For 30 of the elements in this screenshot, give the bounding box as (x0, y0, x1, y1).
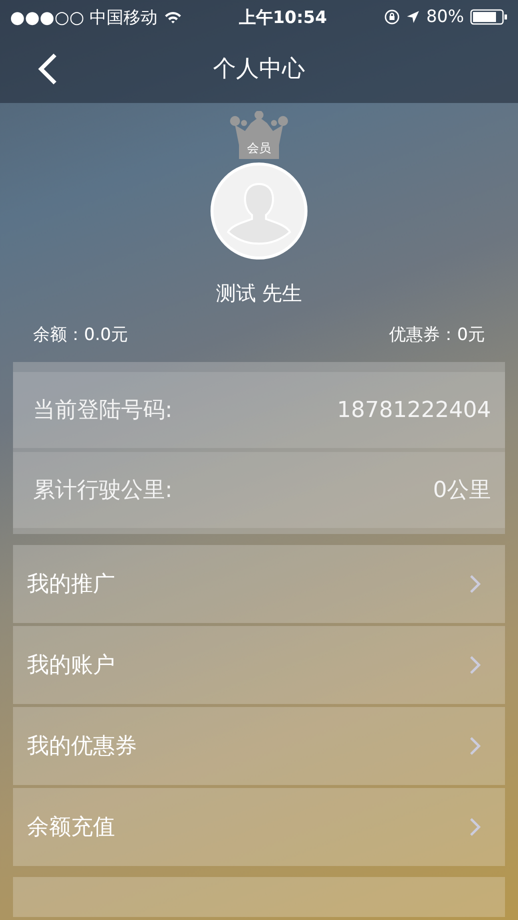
balance-text: 余额：0.0元 (33, 324, 128, 346)
back-icon[interactable] (38, 52, 58, 84)
menu-item[interactable]: 我的优惠券 (13, 707, 505, 785)
wifi-icon (164, 10, 182, 24)
member-crown-badge: 会员 (229, 111, 289, 161)
location-arrow-icon (406, 10, 420, 24)
info-value: 0公里 (433, 477, 491, 505)
battery-icon (470, 9, 508, 25)
menu-item[interactable]: 余额充值 (13, 788, 505, 866)
menu-label: 我的优惠券 (27, 733, 137, 761)
info-value: 18781222404 (337, 398, 491, 422)
chevron-right-icon (469, 817, 481, 837)
battery-percent: 80% (426, 7, 464, 27)
coupon-text: 优惠券：0元 (389, 324, 485, 346)
chevron-right-icon (469, 736, 481, 756)
chevron-right-icon (469, 574, 481, 594)
menu-item[interactable]: 我的推广 (13, 545, 505, 623)
info-label: 当前登陆号码: (33, 397, 172, 425)
menu-label: 我的推广 (27, 571, 115, 599)
info-label: 累计行驶公里: (33, 477, 172, 505)
clock-text: 上午10:54 (238, 6, 327, 28)
menu-label: 余额充值 (27, 814, 115, 842)
chevron-right-icon (469, 655, 481, 675)
rotation-lock-icon (384, 9, 400, 25)
avatar-icon[interactable] (210, 162, 308, 260)
menu-item[interactable]: 我的账户 (13, 626, 505, 704)
menu-label: 我的账户 (27, 652, 115, 680)
carrier-text: ●●●○○ 中国移动 (10, 6, 158, 28)
page-title: 个人中心 (212, 55, 306, 84)
user-name: 测试 先生 (216, 280, 302, 307)
